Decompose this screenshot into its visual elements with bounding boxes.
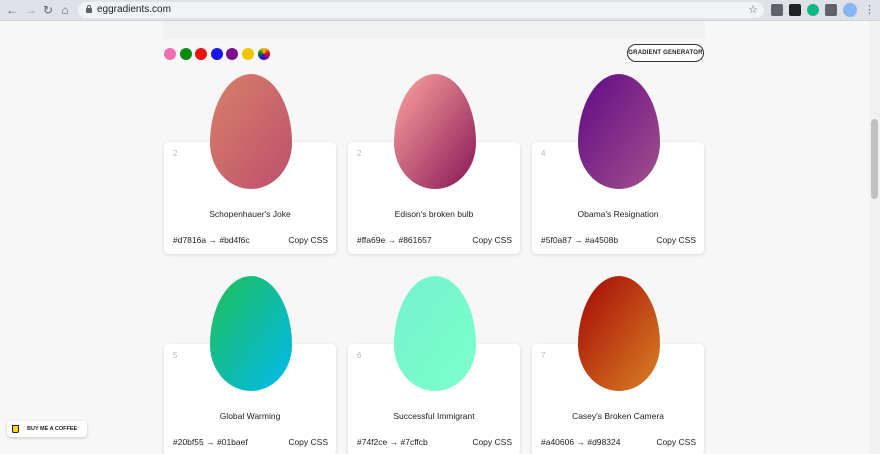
gradient-egg[interactable] — [210, 74, 292, 189]
color-to: #bd4f6c — [219, 235, 250, 245]
color-to: #01baef — [216, 437, 248, 447]
notion-extension-icon[interactable] — [789, 4, 801, 16]
extension-icon[interactable] — [771, 4, 783, 16]
color-from: #ffa69e — [357, 235, 386, 245]
swatch-yellow[interactable] — [242, 48, 254, 60]
gradient-generator-button[interactable]: GRADIENT GENERATOR — [627, 44, 704, 62]
color-to: #7cffcb — [400, 437, 428, 447]
swatch-multicolor[interactable] — [258, 48, 270, 60]
scroll-thumb[interactable] — [871, 119, 878, 199]
back-icon[interactable]: ← — [5, 3, 19, 17]
color-to: #a4508b — [584, 235, 619, 245]
arrow-icon: → — [389, 437, 399, 447]
arrow-icon: → — [574, 235, 583, 245]
arrow-icon: → — [208, 235, 217, 245]
card-name: Edison's broken bulb — [394, 209, 474, 219]
card-likes: 2 — [357, 149, 362, 158]
color-from: #a40606 — [541, 437, 575, 447]
card-likes: 2 — [173, 149, 178, 158]
color-to: #d98324 — [587, 437, 621, 447]
color-from: #d7816a — [173, 235, 207, 245]
card-name: Obama's Resignation — [577, 209, 659, 219]
copy-css-button[interactable]: Copy CSS — [656, 437, 696, 447]
arrow-icon: → — [206, 437, 215, 447]
card-likes: 7 — [541, 351, 546, 360]
address-bar[interactable]: eggradients.com ☆ — [78, 2, 764, 18]
copy-css-button[interactable]: Copy CSS — [472, 437, 512, 447]
color-from: #5f0a87 — [541, 235, 572, 245]
bookmark-star-icon[interactable]: ☆ — [748, 3, 758, 16]
arrow-icon: → — [576, 437, 585, 447]
card-color-codes: #d7816a → #bd4f6c — [173, 235, 250, 245]
card-name: Successful Immigrant — [393, 411, 475, 421]
card-name: Casey's Broken Camera — [572, 411, 664, 421]
card-name: Global Warming — [219, 411, 281, 421]
arrow-icon: → — [387, 235, 397, 245]
card-color-codes: #20bf55 → #01baef — [173, 437, 248, 447]
card-name: Schopenhauer's Joke — [209, 209, 291, 219]
card-color-codes: #74f2ce → #7cffcb — [357, 437, 428, 447]
puzzle-extensions-icon[interactable] — [825, 4, 837, 16]
card-color-codes: #a40606 → #d98324 — [541, 437, 620, 447]
page-scrollbar[interactable] — [869, 21, 880, 454]
browser-toolbar: ← → ↻ ⌂ eggradients.com ☆ ⋮ — [0, 0, 880, 21]
url-text[interactable]: eggradients.com — [97, 4, 171, 16]
color-from: #74f2ce — [357, 437, 388, 447]
gradient-egg[interactable] — [210, 276, 292, 391]
swatch-pink[interactable] — [164, 48, 176, 60]
copy-css-button[interactable]: Copy CSS — [472, 235, 512, 245]
coffee-cup-icon — [12, 425, 19, 433]
color-from: #20bf55 — [173, 437, 204, 447]
gradient-egg[interactable] — [394, 74, 476, 189]
buy-me-a-coffee-button[interactable]: BUY ME A COFFEE — [7, 421, 87, 437]
profile-avatar[interactable] — [843, 3, 857, 17]
gradient-egg[interactable] — [578, 74, 660, 189]
card-likes: 5 — [173, 351, 178, 360]
swatch-red[interactable] — [195, 48, 207, 60]
swatch-green[interactable] — [180, 48, 192, 60]
lock-icon — [86, 5, 92, 13]
swatch-purple[interactable] — [226, 48, 238, 60]
copy-css-button[interactable]: Copy CSS — [288, 437, 328, 447]
card-color-codes: #ffa69e → #861657 — [357, 235, 432, 245]
coffee-label: BUY ME A COFFEE — [27, 426, 78, 432]
card-likes: 6 — [357, 351, 362, 360]
copy-css-button[interactable]: Copy CSS — [656, 235, 696, 245]
browser-menu-icon[interactable]: ⋮ — [864, 3, 875, 16]
reload-icon[interactable]: ↻ — [41, 3, 55, 17]
swatch-blue[interactable] — [211, 48, 223, 60]
gradient-egg[interactable] — [394, 276, 476, 391]
copy-css-button[interactable]: Copy CSS — [288, 235, 328, 245]
card-color-codes: #5f0a87 → #a4508b — [541, 235, 618, 245]
gradient-egg[interactable] — [578, 276, 660, 391]
color-to: #861657 — [398, 235, 432, 245]
home-icon[interactable]: ⌂ — [58, 3, 72, 17]
top-spacer — [163, 21, 705, 39]
forward-icon[interactable]: → — [24, 3, 38, 17]
card-likes: 4 — [541, 149, 546, 158]
grammarly-extension-icon[interactable] — [807, 4, 819, 16]
